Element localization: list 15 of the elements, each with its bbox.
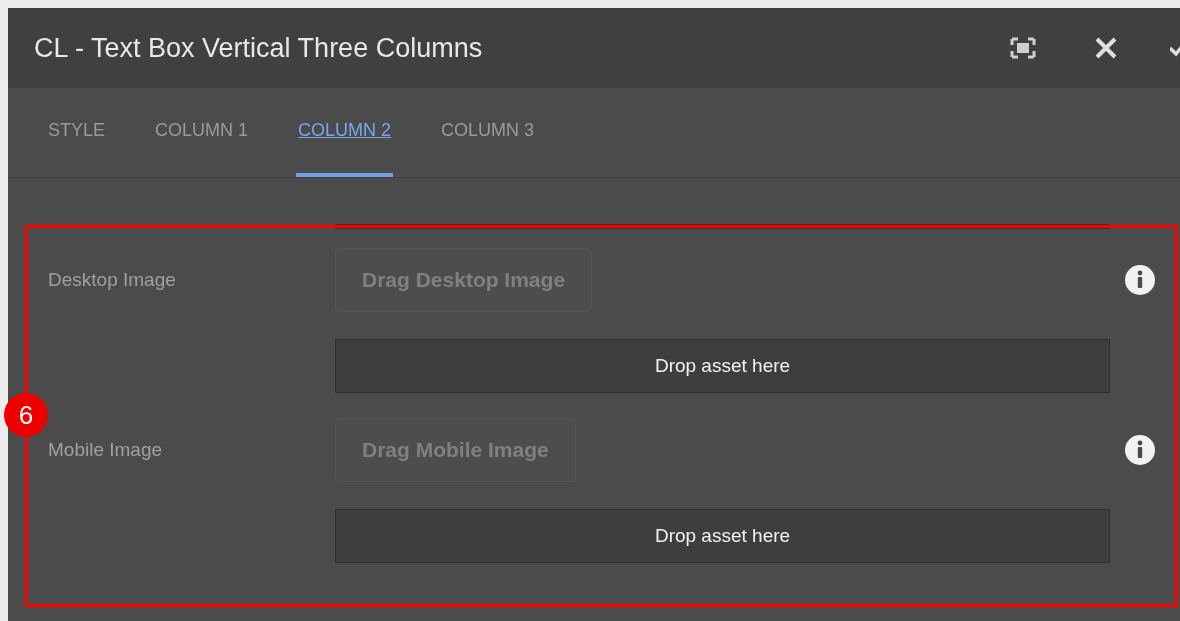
info-icon[interactable]	[1124, 434, 1156, 466]
tab[interactable]: COLUMN 1	[153, 88, 251, 177]
fullscreen-icon[interactable]	[1010, 37, 1036, 59]
drop-zone[interactable]: Drop asset here	[335, 339, 1110, 393]
field-label: Mobile Image	[48, 437, 164, 462]
drop-zone-text: Drop asset here	[654, 353, 791, 378]
drop-zone-text: Drop asset here	[654, 523, 791, 548]
info-icon[interactable]	[1124, 264, 1156, 296]
field-label: Desktop Image	[48, 267, 177, 292]
close-icon[interactable]	[1094, 36, 1118, 60]
tab[interactable]: STYLE	[46, 88, 108, 177]
window-title: CL - Text Box Vertical Three Columns	[34, 31, 484, 65]
drop-zone[interactable]: Drop asset here	[335, 509, 1110, 563]
tab[interactable]: COLUMN 2	[296, 88, 394, 177]
tab[interactable]: COLUMN 3	[439, 88, 537, 177]
